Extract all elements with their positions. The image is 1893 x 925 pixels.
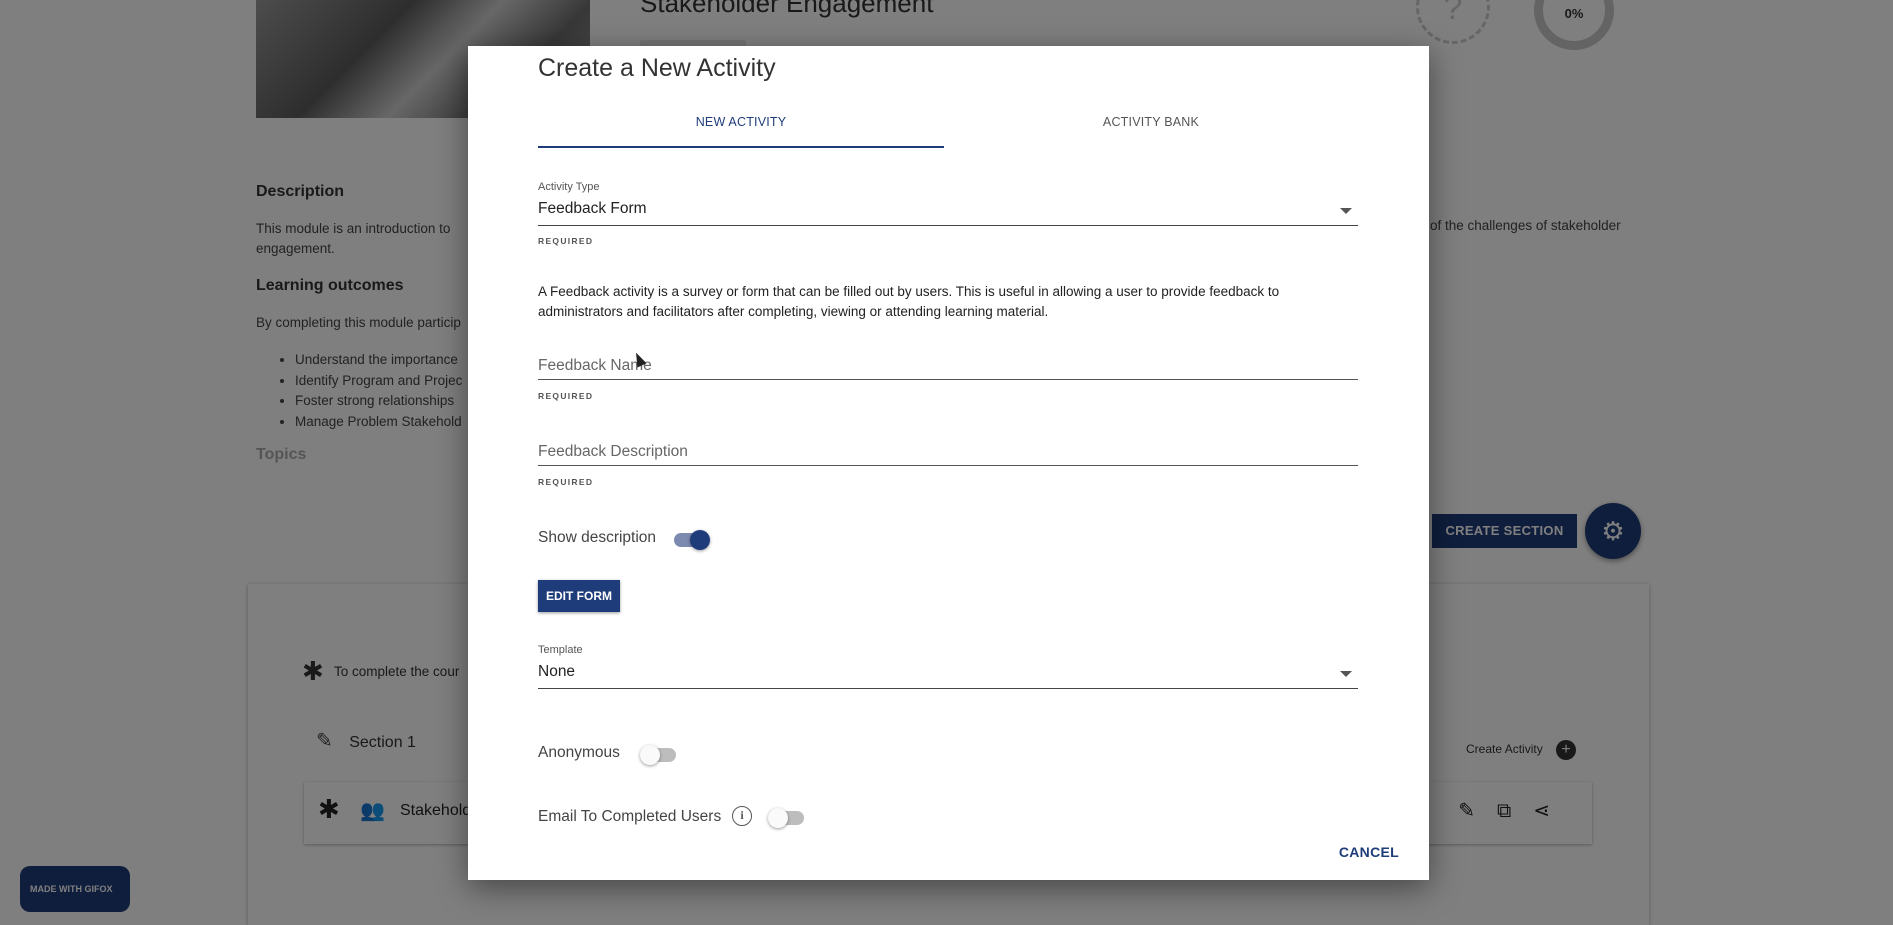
feedback-name-required: REQUIRED <box>538 391 594 401</box>
template-label: Template <box>538 644 583 656</box>
template-value: None <box>538 663 576 680</box>
toggle-knob <box>768 808 788 828</box>
feedback-description-field[interactable] <box>538 438 1358 466</box>
chevron-down-icon <box>1340 671 1352 677</box>
email-completed-label: Email To Completed Users <box>538 808 722 825</box>
edit-form-button[interactable]: EDIT FORM <box>538 580 620 612</box>
feedback-description-input[interactable] <box>538 438 1358 465</box>
create-activity-dialog: Create a New Activity NEW ACTIVITY ACTIV… <box>468 46 1429 880</box>
tab-activity-bank[interactable]: ACTIVITY BANK <box>948 106 1354 148</box>
email-completed-toggle[interactable] <box>768 808 804 828</box>
feedback-description-required: REQUIRED <box>538 477 594 487</box>
activity-type-label: Activity Type <box>538 181 600 193</box>
activity-type-value: Feedback Form <box>538 200 647 217</box>
toggle-knob <box>690 530 710 550</box>
activity-type-required: REQUIRED <box>538 236 594 246</box>
show-description-toggle[interactable] <box>674 530 710 550</box>
toggle-knob <box>640 745 660 765</box>
anonymous-toggle[interactable] <box>640 745 676 765</box>
show-description-label: Show description <box>538 529 657 546</box>
activity-info-text: A Feedback activity is a survey or form … <box>538 284 1280 319</box>
feedback-name-input[interactable] <box>538 352 1358 379</box>
chevron-down-icon <box>1340 208 1352 214</box>
cancel-button[interactable]: CANCEL <box>1339 844 1399 860</box>
info-icon[interactable]: i <box>732 806 752 826</box>
email-completed-row: Email To Completed Users <box>538 808 721 826</box>
show-description-row: Show description <box>538 529 656 547</box>
dialog-tabs: NEW ACTIVITY ACTIVITY BANK <box>538 106 1358 148</box>
activity-type-select[interactable]: Feedback Form <box>538 200 1358 226</box>
tab-new-activity[interactable]: NEW ACTIVITY <box>538 106 944 148</box>
anonymous-label: Anonymous <box>538 744 620 761</box>
dialog-title: Create a New Activity <box>538 54 776 82</box>
feedback-name-field[interactable] <box>538 352 1358 380</box>
anonymous-row: Anonymous <box>538 744 620 762</box>
template-select[interactable]: None <box>538 663 1358 689</box>
